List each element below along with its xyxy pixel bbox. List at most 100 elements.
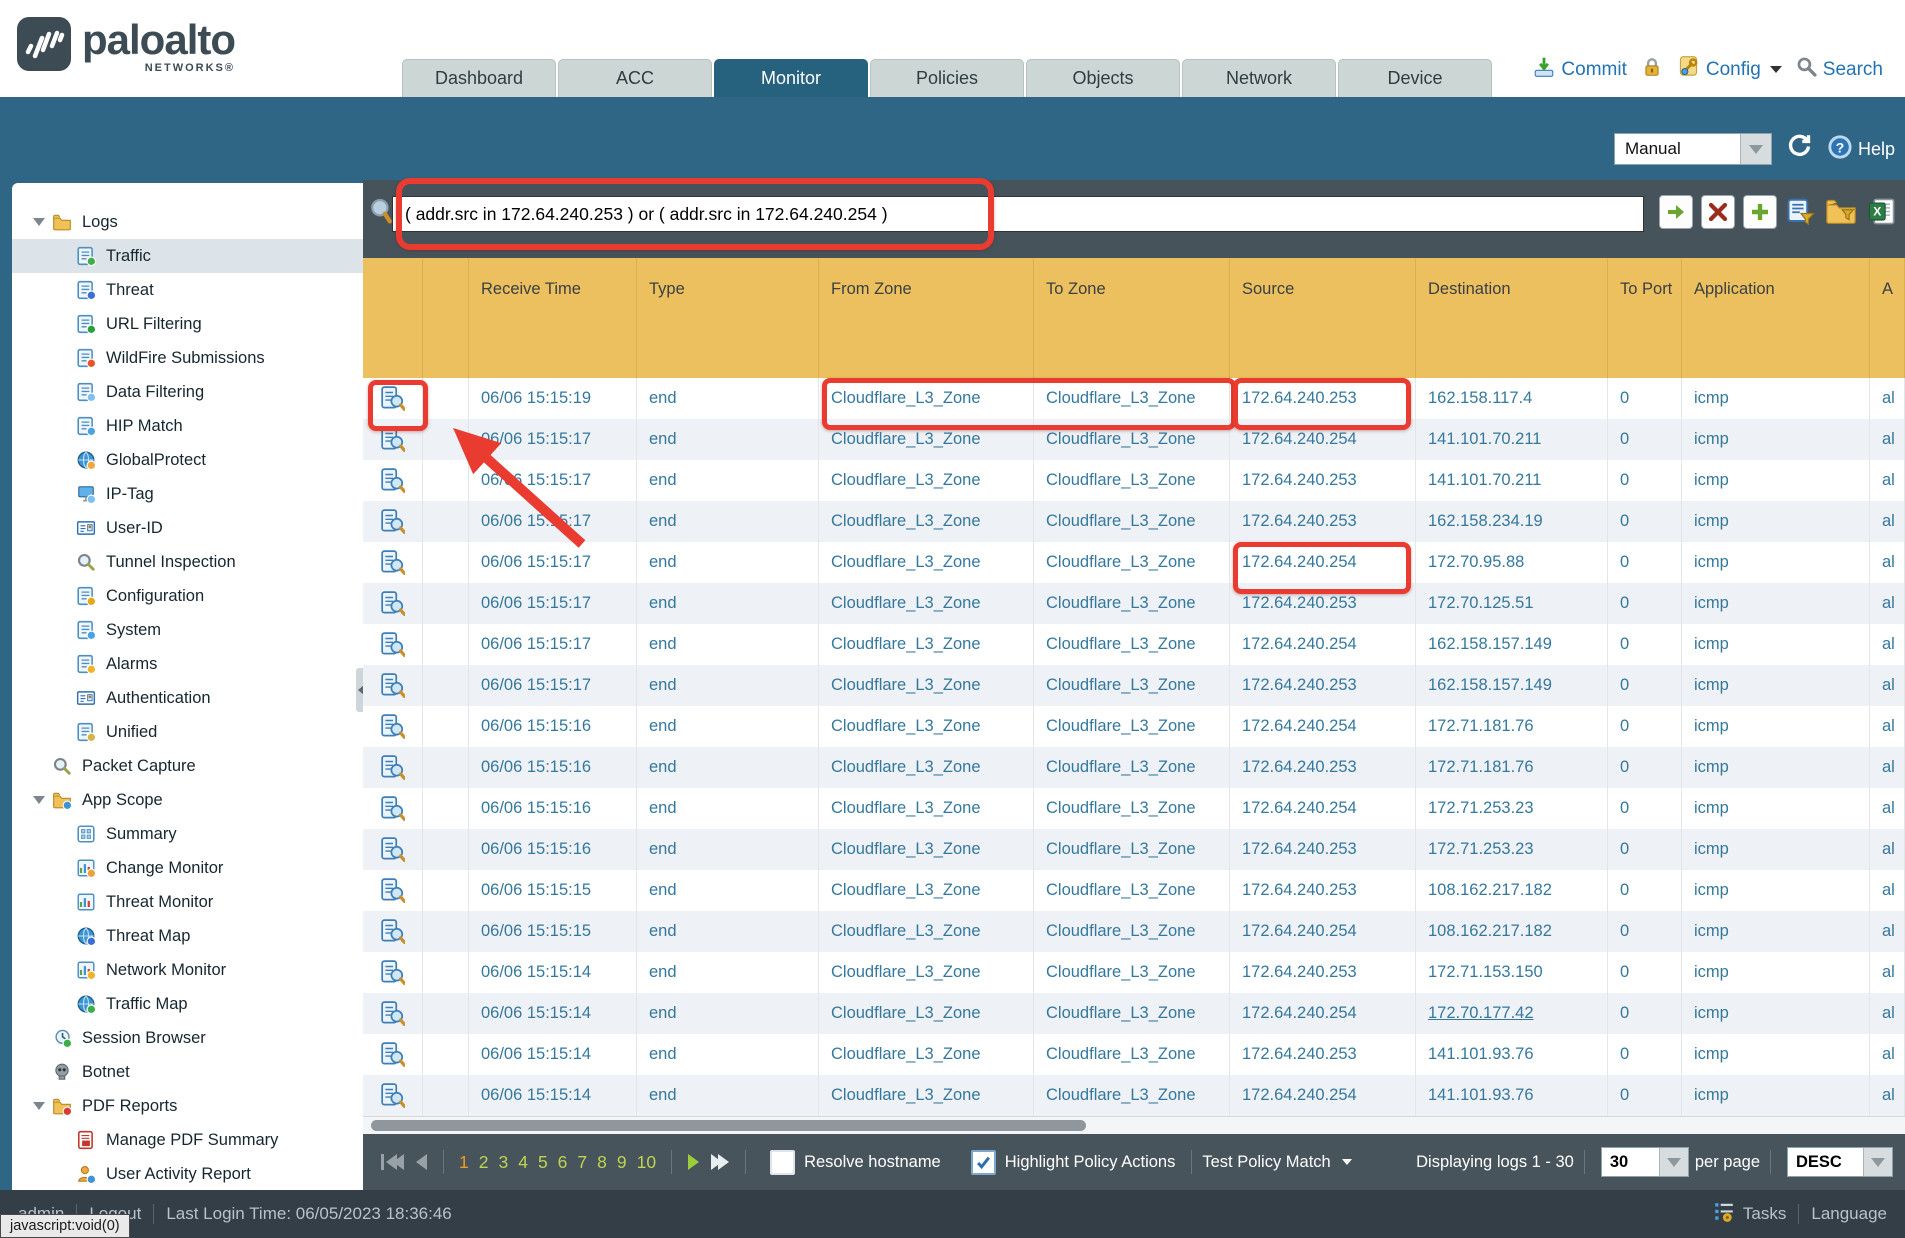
cell-to-port[interactable]: 0	[1608, 788, 1682, 829]
page-number-9[interactable]: 9	[617, 1152, 627, 1173]
cell-to-port[interactable]: 0	[1608, 378, 1682, 419]
tab-dashboard[interactable]: Dashboard	[402, 59, 556, 97]
cell-action[interactable]: al	[1870, 624, 1905, 665]
cell-to-port[interactable]: 0	[1608, 747, 1682, 788]
cell-to-port[interactable]: 0	[1608, 665, 1682, 706]
tab-policies[interactable]: Policies	[870, 59, 1024, 97]
cell-destination[interactable]: 108.162.217.182	[1416, 911, 1608, 952]
log-detail-icon[interactable]	[363, 460, 423, 501]
cell-to-port[interactable]: 0	[1608, 542, 1682, 583]
cell-receive-time[interactable]: 06/06 15:15:19	[469, 378, 637, 419]
cell-action[interactable]: al	[1870, 419, 1905, 460]
cell-from-zone[interactable]: Cloudflare_L3_Zone	[819, 624, 1034, 665]
column-header-destination[interactable]: Destination	[1416, 258, 1608, 378]
cell-to-port[interactable]: 0	[1608, 993, 1682, 1034]
log-detail-icon[interactable]	[363, 706, 423, 747]
column-header-a[interactable]: A	[1870, 258, 1905, 378]
sidebar-item-packet-capture[interactable]: Packet Capture	[12, 749, 363, 783]
cell-to-port[interactable]: 0	[1608, 583, 1682, 624]
cell-action[interactable]: al	[1870, 870, 1905, 911]
cell-type[interactable]: end	[637, 952, 819, 993]
cell-receive-time[interactable]: 06/06 15:15:15	[469, 911, 637, 952]
cell-type[interactable]: end	[637, 624, 819, 665]
sidebar-item-pdf-reports[interactable]: PDF Reports	[12, 1089, 363, 1123]
cell-source[interactable]: 172.64.240.253	[1230, 747, 1416, 788]
page-number-6[interactable]: 6	[558, 1152, 568, 1173]
cell-receive-time[interactable]: 06/06 15:15:14	[469, 1075, 637, 1116]
sidebar-item-alarms[interactable]: Alarms	[12, 647, 363, 681]
chevron-down-icon[interactable]	[1740, 134, 1771, 164]
cell-from-zone[interactable]: Cloudflare_L3_Zone	[819, 993, 1034, 1034]
cell-to-zone[interactable]: Cloudflare_L3_Zone	[1034, 829, 1230, 870]
tab-device[interactable]: Device	[1338, 59, 1492, 97]
log-detail-icon[interactable]	[363, 419, 423, 460]
sidebar-item-threat-monitor[interactable]: Threat Monitor	[12, 885, 363, 919]
cell-to-port[interactable]: 0	[1608, 501, 1682, 542]
cell-to-port[interactable]: 0	[1608, 870, 1682, 911]
sidebar-item-traffic-map[interactable]: Traffic Map	[12, 987, 363, 1021]
resolve-hostname-checkbox[interactable]	[770, 1150, 795, 1175]
cell-source[interactable]: 172.64.240.254	[1230, 624, 1416, 665]
cell-application[interactable]: icmp	[1682, 460, 1870, 501]
tab-monitor[interactable]: Monitor	[714, 59, 868, 97]
log-detail-icon[interactable]	[363, 952, 423, 993]
cell-from-zone[interactable]: Cloudflare_L3_Zone	[819, 583, 1034, 624]
search-button[interactable]: Search	[1796, 56, 1883, 83]
cell-source[interactable]: 172.64.240.254	[1230, 419, 1416, 460]
cell-receive-time[interactable]: 06/06 15:15:16	[469, 829, 637, 870]
cell-from-zone[interactable]: Cloudflare_L3_Zone	[819, 665, 1034, 706]
column-header-from-zone[interactable]: From Zone	[819, 258, 1034, 378]
cell-receive-time[interactable]: 06/06 15:15:17	[469, 624, 637, 665]
cell-destination[interactable]: 172.71.181.76	[1416, 747, 1608, 788]
page-number-2[interactable]: 2	[479, 1152, 489, 1173]
cell-application[interactable]: icmp	[1682, 870, 1870, 911]
cell-from-zone[interactable]: Cloudflare_L3_Zone	[819, 952, 1034, 993]
prev-page-button[interactable]	[416, 1154, 427, 1170]
cell-destination[interactable]: 162.158.234.19	[1416, 501, 1608, 542]
sidebar-item-manage-pdf-summary[interactable]: Manage PDF Summary	[12, 1123, 363, 1157]
cell-to-zone[interactable]: Cloudflare_L3_Zone	[1034, 747, 1230, 788]
cell-type[interactable]: end	[637, 911, 819, 952]
language-link[interactable]: Language	[1811, 1204, 1887, 1224]
sidebar-item-network-monitor[interactable]: Network Monitor	[12, 953, 363, 987]
tab-objects[interactable]: Objects	[1026, 59, 1180, 97]
cell-to-zone[interactable]: Cloudflare_L3_Zone	[1034, 419, 1230, 460]
cell-to-zone[interactable]: Cloudflare_L3_Zone	[1034, 911, 1230, 952]
tasks-button[interactable]: Tasks	[1713, 1201, 1786, 1228]
cell-type[interactable]: end	[637, 747, 819, 788]
cell-type[interactable]: end	[637, 788, 819, 829]
cell-type[interactable]: end	[637, 1034, 819, 1075]
cell-receive-time[interactable]: 06/06 15:15:17	[469, 501, 637, 542]
cell-to-zone[interactable]: Cloudflare_L3_Zone	[1034, 378, 1230, 419]
cell-to-port[interactable]: 0	[1608, 911, 1682, 952]
cell-type[interactable]: end	[637, 378, 819, 419]
log-detail-icon[interactable]	[363, 624, 423, 665]
sidebar-item-session-browser[interactable]: Session Browser	[12, 1021, 363, 1055]
cell-application[interactable]: icmp	[1682, 706, 1870, 747]
cell-source[interactable]: 172.64.240.254	[1230, 911, 1416, 952]
page-number-4[interactable]: 4	[518, 1152, 528, 1173]
cell-application[interactable]: icmp	[1682, 665, 1870, 706]
cell-type[interactable]: end	[637, 460, 819, 501]
cell-application[interactable]: icmp	[1682, 952, 1870, 993]
cell-action[interactable]: al	[1870, 583, 1905, 624]
cell-application[interactable]: icmp	[1682, 911, 1870, 952]
log-detail-icon[interactable]	[363, 665, 423, 706]
page-number-1[interactable]: 1	[459, 1152, 469, 1173]
cell-to-port[interactable]: 0	[1608, 419, 1682, 460]
cell-receive-time[interactable]: 06/06 15:15:16	[469, 747, 637, 788]
sidebar-item-user-activity-report[interactable]: User Activity Report	[12, 1157, 363, 1190]
page-number-10[interactable]: 10	[637, 1152, 656, 1173]
cell-source[interactable]: 172.64.240.254	[1230, 788, 1416, 829]
cell-destination[interactable]: 141.101.70.211	[1416, 460, 1608, 501]
cell-type[interactable]: end	[637, 829, 819, 870]
cell-source[interactable]: 172.64.240.254	[1230, 706, 1416, 747]
column-header-to-port[interactable]: To Port	[1608, 258, 1682, 378]
horizontal-scrollbar[interactable]	[363, 1116, 1905, 1135]
cell-type[interactable]: end	[637, 542, 819, 583]
sidebar-item-user-id[interactable]: User-ID	[12, 511, 363, 545]
cell-action[interactable]: al	[1870, 747, 1905, 788]
sidebar-item-configuration[interactable]: Configuration	[12, 579, 363, 613]
cell-application[interactable]: icmp	[1682, 1075, 1870, 1116]
cell-action[interactable]: al	[1870, 460, 1905, 501]
